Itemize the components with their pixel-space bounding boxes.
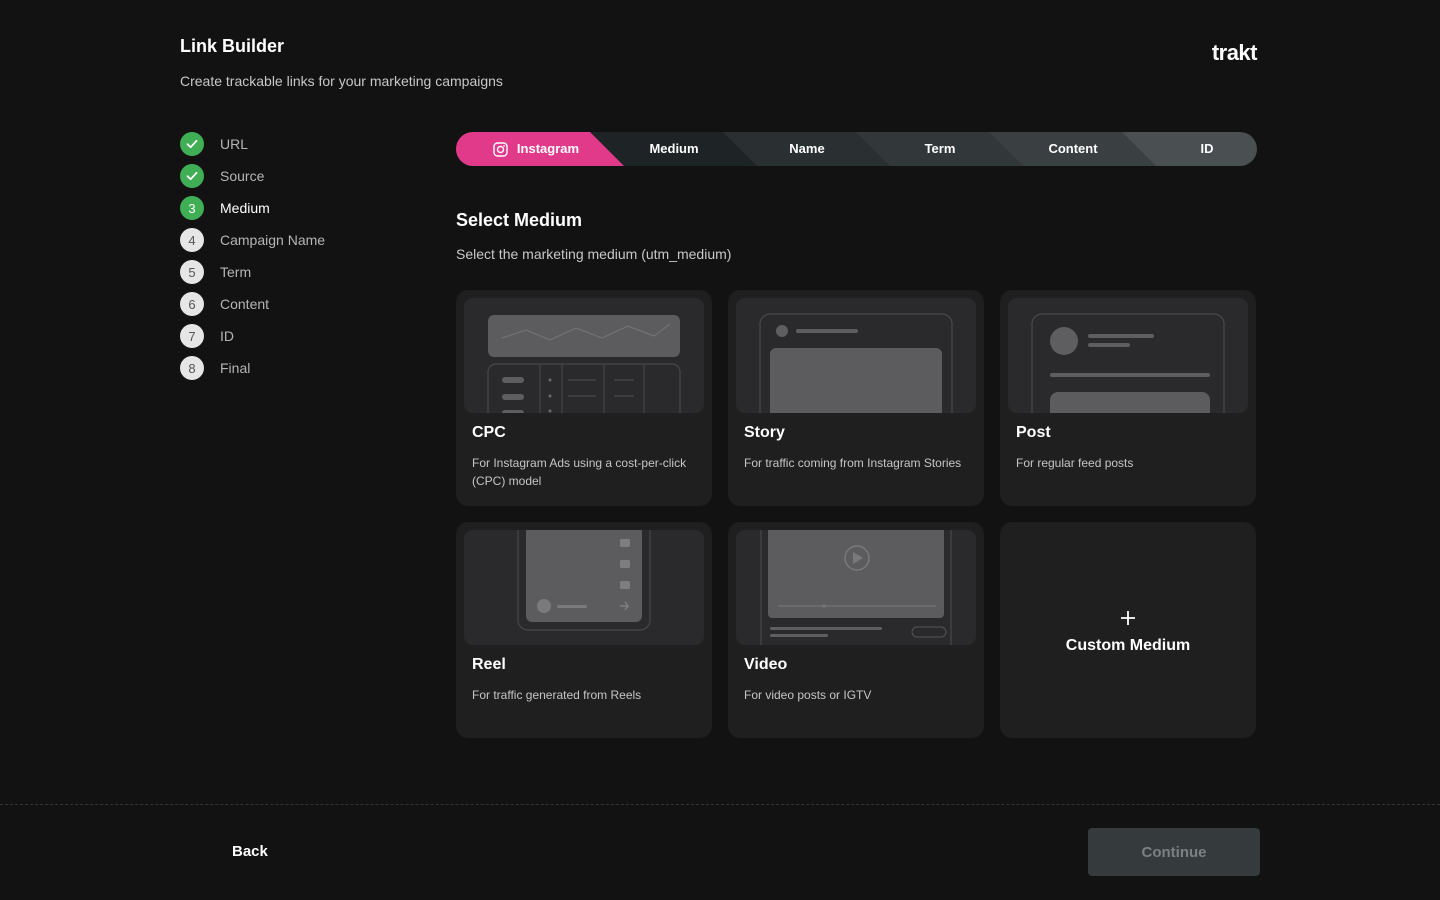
step-id[interactable]: 7 ID bbox=[180, 324, 325, 348]
step-label: Medium bbox=[220, 200, 270, 216]
progress-stepper: URL Source 3 Medium 4 Campaign Name 5 Te… bbox=[180, 132, 325, 388]
medium-description: For traffic generated from Reels bbox=[472, 688, 642, 702]
medium-name: Video bbox=[744, 656, 788, 673]
breadcrumb: Instagram Medium Name Term Content ID bbox=[456, 132, 1257, 166]
step-label: ID bbox=[220, 328, 234, 344]
medium-description: For traffic coming from Instagram Storie… bbox=[744, 456, 962, 470]
video-preview-illustration bbox=[736, 530, 976, 645]
step-number: 3 bbox=[180, 196, 204, 220]
step-url[interactable]: URL bbox=[180, 132, 325, 156]
step-term[interactable]: 5 Term bbox=[180, 260, 325, 284]
medium-name: Reel bbox=[472, 656, 506, 673]
step-medium[interactable]: 3 Medium bbox=[180, 196, 325, 220]
crumb-content[interactable]: Content bbox=[1005, 132, 1141, 166]
step-campaign-name[interactable]: 4 Campaign Name bbox=[180, 228, 325, 252]
check-icon bbox=[180, 164, 204, 188]
crumb-id[interactable]: ID bbox=[1139, 132, 1275, 166]
medium-name: Story bbox=[744, 424, 785, 441]
reel-preview-illustration bbox=[464, 530, 704, 645]
trakt-logo: trakt bbox=[1211, 40, 1258, 65]
medium-card-cpc[interactable]: CPC For Instagram Ads using a cost-per-c… bbox=[456, 290, 712, 506]
step-label: Final bbox=[220, 360, 251, 376]
step-number: 6 bbox=[180, 292, 204, 316]
step-label: URL bbox=[220, 136, 249, 152]
medium-card-reel[interactable]: Reel For traffic generated from Reels bbox=[456, 522, 712, 738]
step-label: Content bbox=[220, 296, 270, 312]
plus-icon bbox=[1120, 605, 1136, 629]
page-title: Link Builder bbox=[180, 36, 285, 56]
crumb-label: Instagram bbox=[516, 141, 580, 156]
page-header: Link Builder Create trackable links for … bbox=[180, 36, 1260, 89]
check-icon bbox=[180, 132, 204, 156]
crumb-medium[interactable]: Medium bbox=[606, 132, 742, 166]
crumb-term[interactable]: Term bbox=[872, 132, 1008, 166]
medium-card-story[interactable]: Story For traffic coming from Instagram … bbox=[728, 290, 984, 506]
post-preview-illustration bbox=[1008, 298, 1248, 413]
step-number: 5 bbox=[180, 260, 204, 284]
crumb-instagram[interactable]: Instagram bbox=[456, 132, 616, 166]
medium-description: For video posts or IGTV bbox=[744, 688, 872, 702]
back-button[interactable]: Back bbox=[232, 843, 268, 860]
step-number: 7 bbox=[180, 324, 204, 348]
medium-name: Post bbox=[1016, 424, 1051, 441]
step-label: Campaign Name bbox=[220, 232, 326, 248]
crumb-name[interactable]: Name bbox=[739, 132, 875, 166]
custom-medium-card[interactable]: Custom Medium bbox=[1000, 522, 1256, 738]
story-preview-illustration bbox=[736, 298, 976, 413]
step-label: Source bbox=[220, 168, 265, 184]
step-number: 8 bbox=[180, 356, 204, 380]
cpc-preview-illustration bbox=[464, 298, 704, 413]
custom-medium-label: Custom Medium bbox=[1065, 637, 1191, 654]
medium-description: For Instagram Ads using a cost-per-click… bbox=[472, 456, 687, 488]
medium-description: For regular feed posts bbox=[1016, 456, 1134, 470]
continue-button[interactable]: Continue bbox=[1088, 828, 1260, 876]
medium-name: CPC bbox=[472, 424, 506, 441]
medium-card-video[interactable]: Video For video posts or IGTV bbox=[728, 522, 984, 738]
step-number: 4 bbox=[180, 228, 204, 252]
step-content[interactable]: 6 Content bbox=[180, 292, 325, 316]
section-title: Select Medium bbox=[456, 210, 583, 230]
step-source[interactable]: Source bbox=[180, 164, 325, 188]
instagram-icon bbox=[493, 141, 508, 157]
footer-divider bbox=[0, 804, 1440, 805]
medium-card-post[interactable]: Post For regular feed posts bbox=[1000, 290, 1256, 506]
step-final[interactable]: 8 Final bbox=[180, 356, 325, 380]
section-subtitle: Select the marketing medium (utm_medium) bbox=[456, 246, 732, 262]
step-label: Term bbox=[220, 264, 252, 280]
page-subtitle: Create trackable links for your marketin… bbox=[180, 73, 503, 89]
